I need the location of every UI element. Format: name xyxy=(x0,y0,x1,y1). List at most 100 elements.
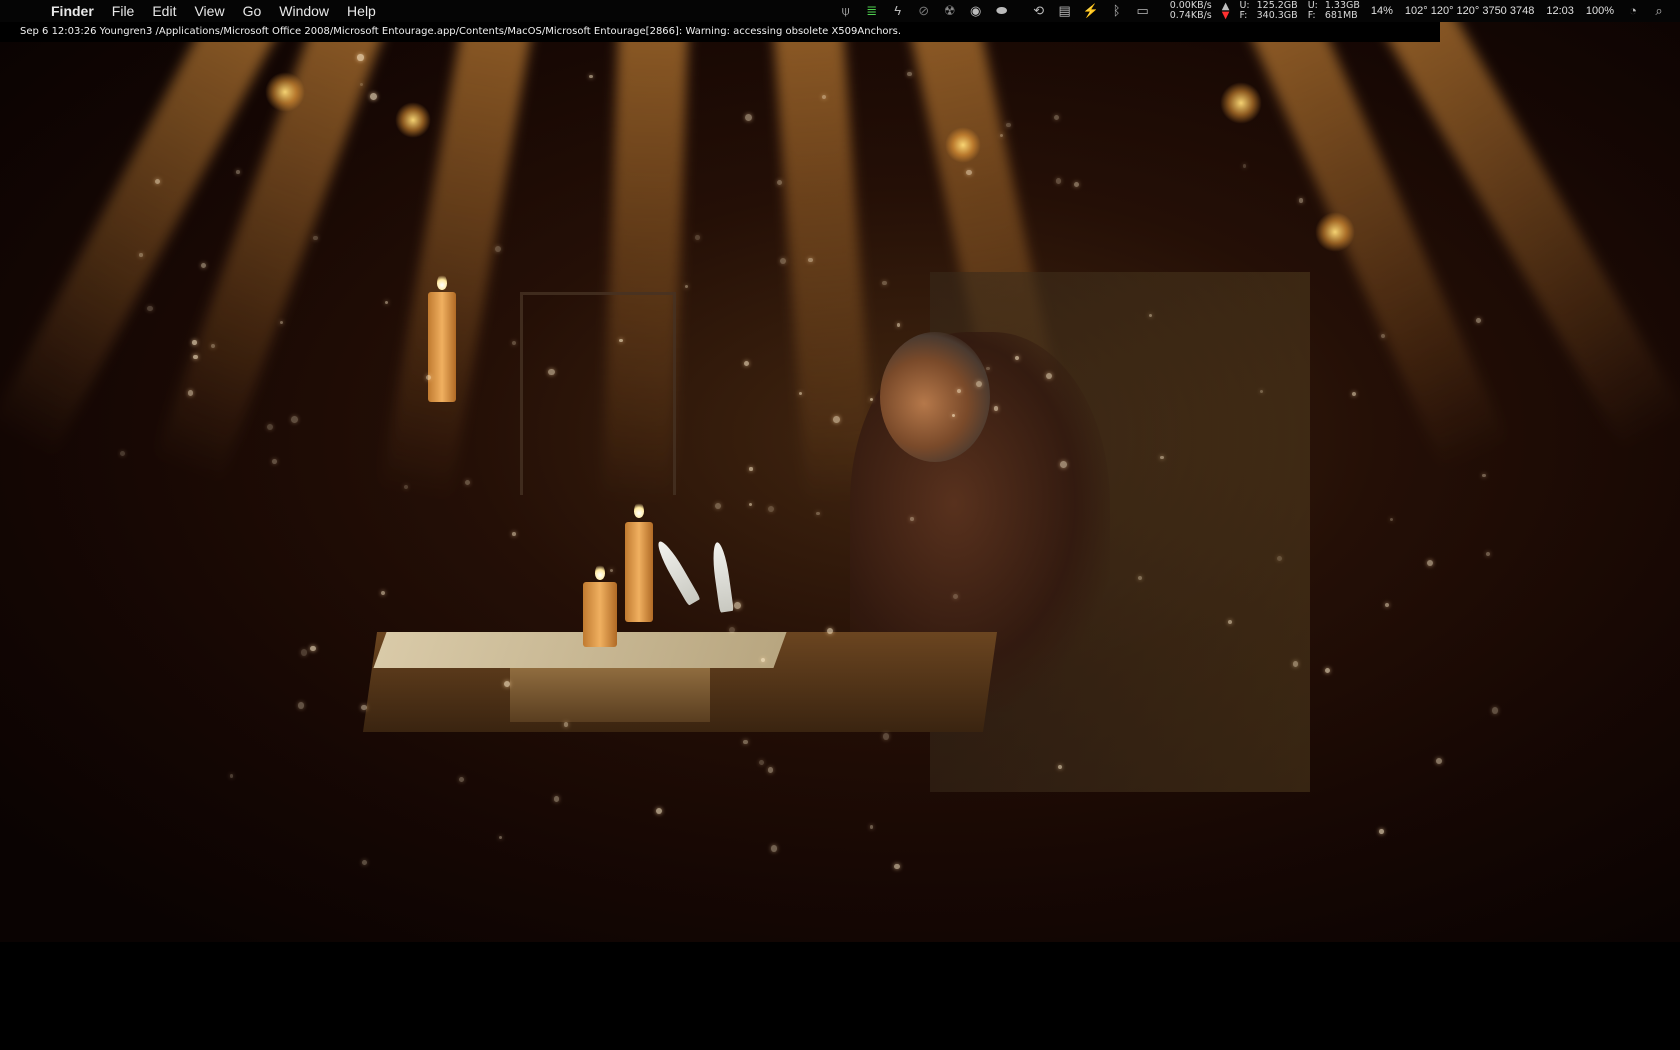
menu-bar: Finder File Edit View Go Window Help ⍦ ≣… xyxy=(0,0,1680,22)
sparkle xyxy=(869,825,874,829)
spotlight-icon[interactable]: ⌕ xyxy=(1649,1,1669,21)
menu-go[interactable]: Go xyxy=(234,0,271,22)
desktop-wallpaper xyxy=(0,22,1680,942)
sparkle xyxy=(1476,318,1482,324)
sparkle xyxy=(743,739,748,745)
disk-labels: U: F: xyxy=(1239,1,1249,21)
sparkle xyxy=(1351,391,1357,397)
bluetooth-icon[interactable]: ᛒ xyxy=(1107,1,1127,21)
sparkle xyxy=(749,502,753,506)
sparkle xyxy=(758,760,764,766)
sparkle xyxy=(749,467,753,471)
temperature-readout[interactable]: 102° 120° 120° 3750 3748 xyxy=(1405,5,1534,17)
light-orb xyxy=(395,102,431,138)
drive-icon[interactable]: ⬬ xyxy=(992,1,1012,21)
sparkle xyxy=(808,257,813,263)
cpu-usage[interactable]: 14% xyxy=(1371,5,1393,17)
sparkle xyxy=(357,54,364,61)
activity-bars-icon[interactable]: ≣ xyxy=(862,1,882,21)
sparkle xyxy=(896,322,901,327)
display-icon[interactable]: ▭ xyxy=(1133,1,1153,21)
sparkle xyxy=(1242,164,1247,168)
wifi-icon[interactable]: ◔ xyxy=(1623,1,1643,21)
bolt-icon[interactable]: ϟ xyxy=(888,1,908,21)
sparkle xyxy=(1426,559,1433,566)
menu-window[interactable]: Window xyxy=(270,0,338,22)
disk-free: 340.3GB xyxy=(1256,10,1298,21)
sparkle xyxy=(512,532,516,536)
net-down-rate: 0.74KB/s xyxy=(1169,10,1212,21)
sparkle xyxy=(882,280,887,286)
battery-percent[interactable]: 100% xyxy=(1586,5,1614,17)
lightning-icon[interactable]: ⚡ xyxy=(1081,1,1101,21)
sparkle xyxy=(684,284,688,288)
scholar-scene xyxy=(362,252,1320,792)
sparkle xyxy=(1227,620,1232,625)
short-candle xyxy=(583,582,617,647)
sparkle xyxy=(694,235,700,240)
light-orb xyxy=(1220,82,1262,124)
sparkle xyxy=(894,863,900,870)
sparkle xyxy=(120,451,126,457)
sparkle xyxy=(882,733,890,740)
chair xyxy=(520,292,676,495)
disk-monitor[interactable]: 125.2GB 340.3GB xyxy=(1257,1,1298,21)
radiation-icon[interactable]: ☢ xyxy=(940,1,960,21)
antenna-icon[interactable]: ⍦ xyxy=(836,1,856,21)
download-arrow-icon: ▼ xyxy=(1221,10,1230,21)
menu-finder[interactable]: Finder xyxy=(42,0,103,22)
network-monitor[interactable]: 0.00KB/s 0.74KB/s xyxy=(1170,1,1212,21)
console-message: Sep 6 12:03:26 Youngren3 /Applications/M… xyxy=(20,26,902,37)
sparkle xyxy=(300,649,308,656)
sparkle xyxy=(1276,555,1282,561)
mem-free: 681MB xyxy=(1324,10,1358,21)
time-machine-icon[interactable]: ⟲ xyxy=(1029,1,1049,21)
sparkle xyxy=(1389,518,1393,522)
clock[interactable]: 12:03 xyxy=(1546,5,1574,17)
sparkle xyxy=(494,246,501,253)
sparkle xyxy=(798,392,802,396)
sparkle xyxy=(999,133,1004,137)
sparkle xyxy=(1436,757,1443,764)
parchment xyxy=(373,632,787,668)
sparkle xyxy=(1485,551,1490,556)
sparkle xyxy=(359,82,363,86)
candle-flame xyxy=(634,502,644,518)
menu-view[interactable]: View xyxy=(185,0,233,22)
quill xyxy=(653,538,701,606)
sparkle xyxy=(715,503,721,509)
sparkle xyxy=(907,71,912,77)
sparkle xyxy=(656,808,663,815)
sparkle xyxy=(589,74,593,78)
sparkle xyxy=(200,262,206,268)
menu-help[interactable]: Help xyxy=(338,0,385,22)
console-log-overlay: Sep 6 12:03:26 Youngren3 /Applications/M… xyxy=(0,22,1440,42)
sparkle xyxy=(291,416,299,424)
sparkle xyxy=(1053,114,1059,120)
disc-icon[interactable]: ◉ xyxy=(966,1,986,21)
sparkle xyxy=(147,306,153,312)
sparkle xyxy=(1074,181,1080,187)
sparkle xyxy=(553,796,560,802)
clipboard-icon[interactable]: ▤ xyxy=(1055,1,1075,21)
memory-monitor[interactable]: 1.33GB 681MB xyxy=(1325,1,1360,21)
sparkle xyxy=(1379,829,1384,834)
menu-file[interactable]: File xyxy=(103,0,144,22)
sparkle xyxy=(745,113,753,121)
mem-free-label: F: xyxy=(1307,10,1316,21)
sparkle xyxy=(1293,661,1299,667)
sparkle xyxy=(266,423,273,430)
sparkle xyxy=(310,645,316,651)
sparkle xyxy=(187,390,194,396)
middle-candle xyxy=(625,522,653,622)
sparkle xyxy=(1060,461,1067,468)
scholar-head xyxy=(880,332,990,462)
circle-slash-icon[interactable]: ⊘ xyxy=(914,1,934,21)
status-menus: ⍦ ≣ ϟ ⊘ ☢ ◉ ⬬ ⟲ ▤ ⚡ ᛒ ▭ 0.00KB/s 0.74KB/… xyxy=(833,0,1672,22)
menu-edit[interactable]: Edit xyxy=(143,0,185,22)
quill xyxy=(710,541,734,613)
sparkle xyxy=(734,601,741,609)
sparkle xyxy=(770,844,778,852)
sparkle xyxy=(821,94,826,99)
sparkle xyxy=(1384,603,1390,608)
